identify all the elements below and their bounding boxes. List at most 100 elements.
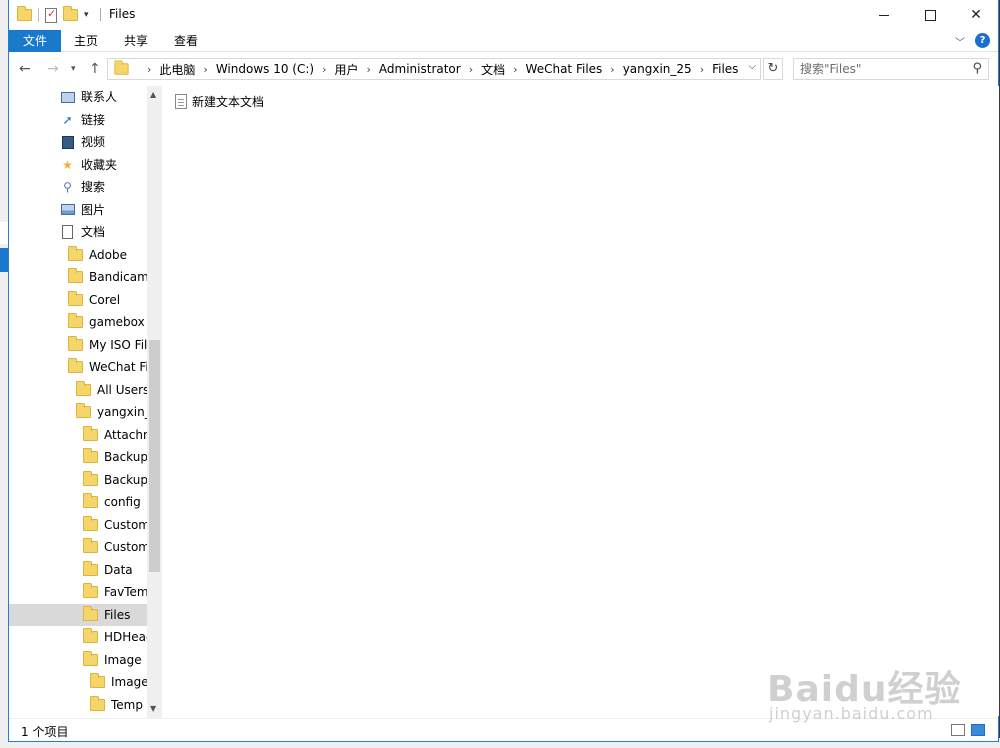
up-arrow-icon[interactable]: ↑ [89, 61, 101, 77]
recent-locations-chevron-icon[interactable]: ▾ [71, 64, 76, 74]
breadcrumb-chevron-icon[interactable]: › [203, 63, 207, 76]
breadcrumb-chevron-icon[interactable]: › [469, 63, 473, 76]
nav-folder-config[interactable]: config [83, 491, 155, 513]
folder-icon [83, 605, 98, 621]
nav-folder-corel[interactable]: Corel [68, 289, 155, 311]
breadcrumb-chevron-icon[interactable]: › [367, 63, 371, 76]
nav-folder-temp[interactable]: Temp [90, 694, 155, 716]
nav-folder-data[interactable]: Data [83, 559, 155, 581]
breadcrumb-item[interactable]: 用户 [334, 61, 358, 78]
nav-item-pictures[interactable]: 图片 [60, 199, 155, 221]
breadcrumb-chevron-icon[interactable]: › [513, 63, 517, 76]
tab-home[interactable]: 主页 [69, 30, 103, 52]
nav-folder-hdhead[interactable]: HDHead [83, 626, 155, 648]
customize-toolbar-dropdown-icon[interactable]: ▾ [84, 10, 89, 20]
breadcrumb-item[interactable]: 文档 [481, 61, 505, 78]
tab-file[interactable]: 文件 [9, 30, 61, 52]
nav-folder-custom-2[interactable]: Custom [83, 536, 155, 558]
nav-item-videos[interactable]: 视频 [60, 131, 155, 153]
nav-item-label: Image [111, 675, 149, 689]
folder-icon [76, 403, 91, 418]
nav-folder-custom-1[interactable]: Custom [83, 514, 155, 536]
scrollbar-thumb[interactable] [149, 340, 160, 572]
minimize-button[interactable] [861, 0, 907, 30]
folder-icon [83, 425, 98, 441]
nav-item-label: 视频 [81, 135, 106, 149]
nav-folder-favtemp[interactable]: FavTemp [83, 581, 155, 603]
close-button[interactable]: ✕ [953, 0, 999, 30]
tab-view[interactable]: 查看 [169, 30, 203, 52]
maximize-button[interactable] [907, 0, 953, 30]
navigation-pane-scrollbar[interactable]: ▲ ▼ [147, 86, 162, 718]
folder-icon [68, 313, 83, 328]
scroll-up-arrow-icon[interactable]: ▲ [150, 90, 156, 99]
nav-folder-backup-1[interactable]: Backup [83, 446, 155, 468]
nav-item-label: Custom [104, 517, 150, 532]
nav-item-documents[interactable]: 文档 [60, 221, 155, 243]
nav-item-searches[interactable]: ⚲ 搜索 [60, 176, 155, 198]
expand-ribbon-chevron-icon[interactable]: ﹀ [955, 34, 965, 49]
help-icon[interactable]: ? [975, 33, 990, 48]
folder-icon [68, 335, 83, 351]
nav-folder-wechat-files[interactable]: WeChat Files [68, 356, 155, 378]
video-icon [61, 135, 74, 149]
nav-item-label: WeChat Files [89, 360, 155, 374]
nav-folder-image[interactable]: Image [83, 649, 155, 671]
nav-folder-image-sub[interactable]: Image [90, 671, 155, 693]
nav-folder-yangxin[interactable]: yangxin_25 [76, 401, 155, 423]
file-name: 新建文本文档 [192, 95, 265, 109]
nav-folder-attachment[interactable]: Attachment [83, 424, 155, 446]
file-list[interactable]: 新建文本文档 [163, 86, 999, 716]
address-bar[interactable]: › 此电脑 › Windows 10 (C:) › 用户 › Administr… [107, 58, 761, 80]
breadcrumb-chevron-icon[interactable]: › [700, 63, 704, 76]
text-file-icon [175, 94, 187, 109]
breadcrumb-chevron-icon[interactable]: › [610, 63, 614, 76]
nav-folder-files-selected[interactable]: Files [9, 603, 155, 626]
folder-icon [83, 448, 98, 463]
folder-icon [68, 290, 83, 306]
title-separator [100, 8, 101, 21]
nav-folder-backup-2[interactable]: Backup [83, 469, 155, 491]
search-input[interactable] [794, 59, 964, 79]
nav-item-label: 搜索 [81, 180, 106, 194]
breadcrumb-item[interactable]: yangxin_25 [623, 62, 692, 76]
breadcrumb-item[interactable]: 此电脑 [159, 61, 195, 78]
baidu-watermark: Baidu经验 jingyan.baidu.com [765, 660, 985, 730]
new-folder-icon[interactable] [63, 6, 78, 21]
scroll-down-arrow-icon[interactable]: ▼ [150, 704, 156, 713]
breadcrumb-item[interactable]: Files [712, 62, 738, 76]
nav-folder-all-users[interactable]: All Users [76, 379, 155, 401]
search-icon[interactable]: ⚲ [972, 61, 982, 76]
nav-item-label: Image [104, 652, 142, 667]
forward-arrow-icon[interactable]: → [47, 61, 59, 77]
folder-icon [68, 245, 83, 261]
properties-icon[interactable] [45, 7, 57, 23]
breadcrumb-chevron-icon[interactable]: › [322, 63, 326, 76]
search-box[interactable]: ⚲ [793, 58, 989, 80]
nav-folder-my-iso-files[interactable]: My ISO Files [68, 334, 155, 356]
nav-item-label: My ISO Files [89, 337, 155, 352]
nav-item-label: 收藏夹 [81, 157, 118, 172]
breadcrumb-chevron-icon[interactable]: › [147, 63, 151, 76]
folder-icon [76, 380, 91, 396]
breadcrumb-item[interactable]: Administrator [379, 62, 461, 76]
back-arrow-icon[interactable]: ← [19, 61, 31, 77]
nav-item-links[interactable]: ➚ 链接 [60, 109, 155, 131]
nav-item-contacts[interactable]: 联系人 [60, 86, 155, 108]
nav-item-favorites[interactable]: ★ 收藏夹 [60, 154, 155, 176]
nav-item-label: Adobe [89, 247, 127, 262]
nav-item-label: 文档 [81, 225, 106, 239]
separator [38, 8, 39, 22]
folder-icon [68, 358, 83, 373]
nav-folder-gamebox[interactable]: gamebox [68, 311, 155, 333]
breadcrumb-item[interactable]: WeChat Files [526, 62, 603, 76]
favorites-star-icon: ★ [62, 157, 73, 172]
nav-folder-adobe[interactable]: Adobe [68, 244, 155, 266]
nav-folder-bandicam[interactable]: Bandicam [68, 266, 155, 288]
title-bar: ▾ Files ✕ [9, 0, 998, 30]
address-dropdown-chevron-icon[interactable]: ⌵ [748, 61, 756, 72]
tab-share[interactable]: 共享 [119, 30, 153, 52]
refresh-icon[interactable]: ↻ [763, 58, 783, 80]
file-item[interactable]: 新建文本文档 [175, 93, 264, 110]
breadcrumb-item[interactable]: Windows 10 (C:) [216, 62, 314, 76]
